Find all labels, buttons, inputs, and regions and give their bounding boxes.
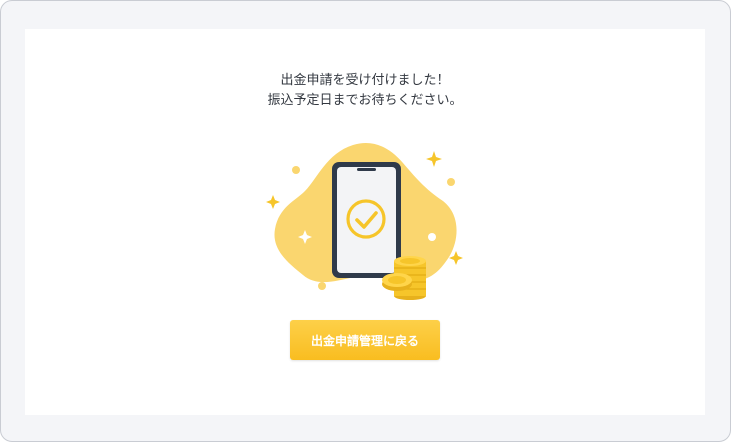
- message-line-2: 振込予定日までお待ちください。: [267, 93, 463, 108]
- sparkle-icon: [426, 151, 442, 167]
- withdrawal-complete-illustration: [266, 143, 463, 300]
- content-panel: 出金申請を受け付けました！ 振込予定日までお待ちください。 出金申請管理に戻る: [25, 29, 705, 415]
- dot: [428, 233, 436, 241]
- coin-icon: [382, 273, 412, 291]
- sparkle-icon: [266, 195, 280, 209]
- back-to-withdrawal-management-button[interactable]: 出金申請管理に戻る: [290, 320, 440, 360]
- dot: [292, 166, 300, 174]
- dot: [318, 282, 326, 290]
- confirmation-message: 出金申請を受け付けました！ 振込予定日までお待ちください。: [25, 71, 705, 111]
- message-line-1: 出金申請を受け付けました！: [280, 73, 450, 88]
- window-frame: 出金申請を受け付けました！ 振込予定日までお待ちください。 出金申請管理に戻る: [0, 0, 731, 442]
- phone-icon: [332, 162, 401, 278]
- dot: [447, 178, 455, 186]
